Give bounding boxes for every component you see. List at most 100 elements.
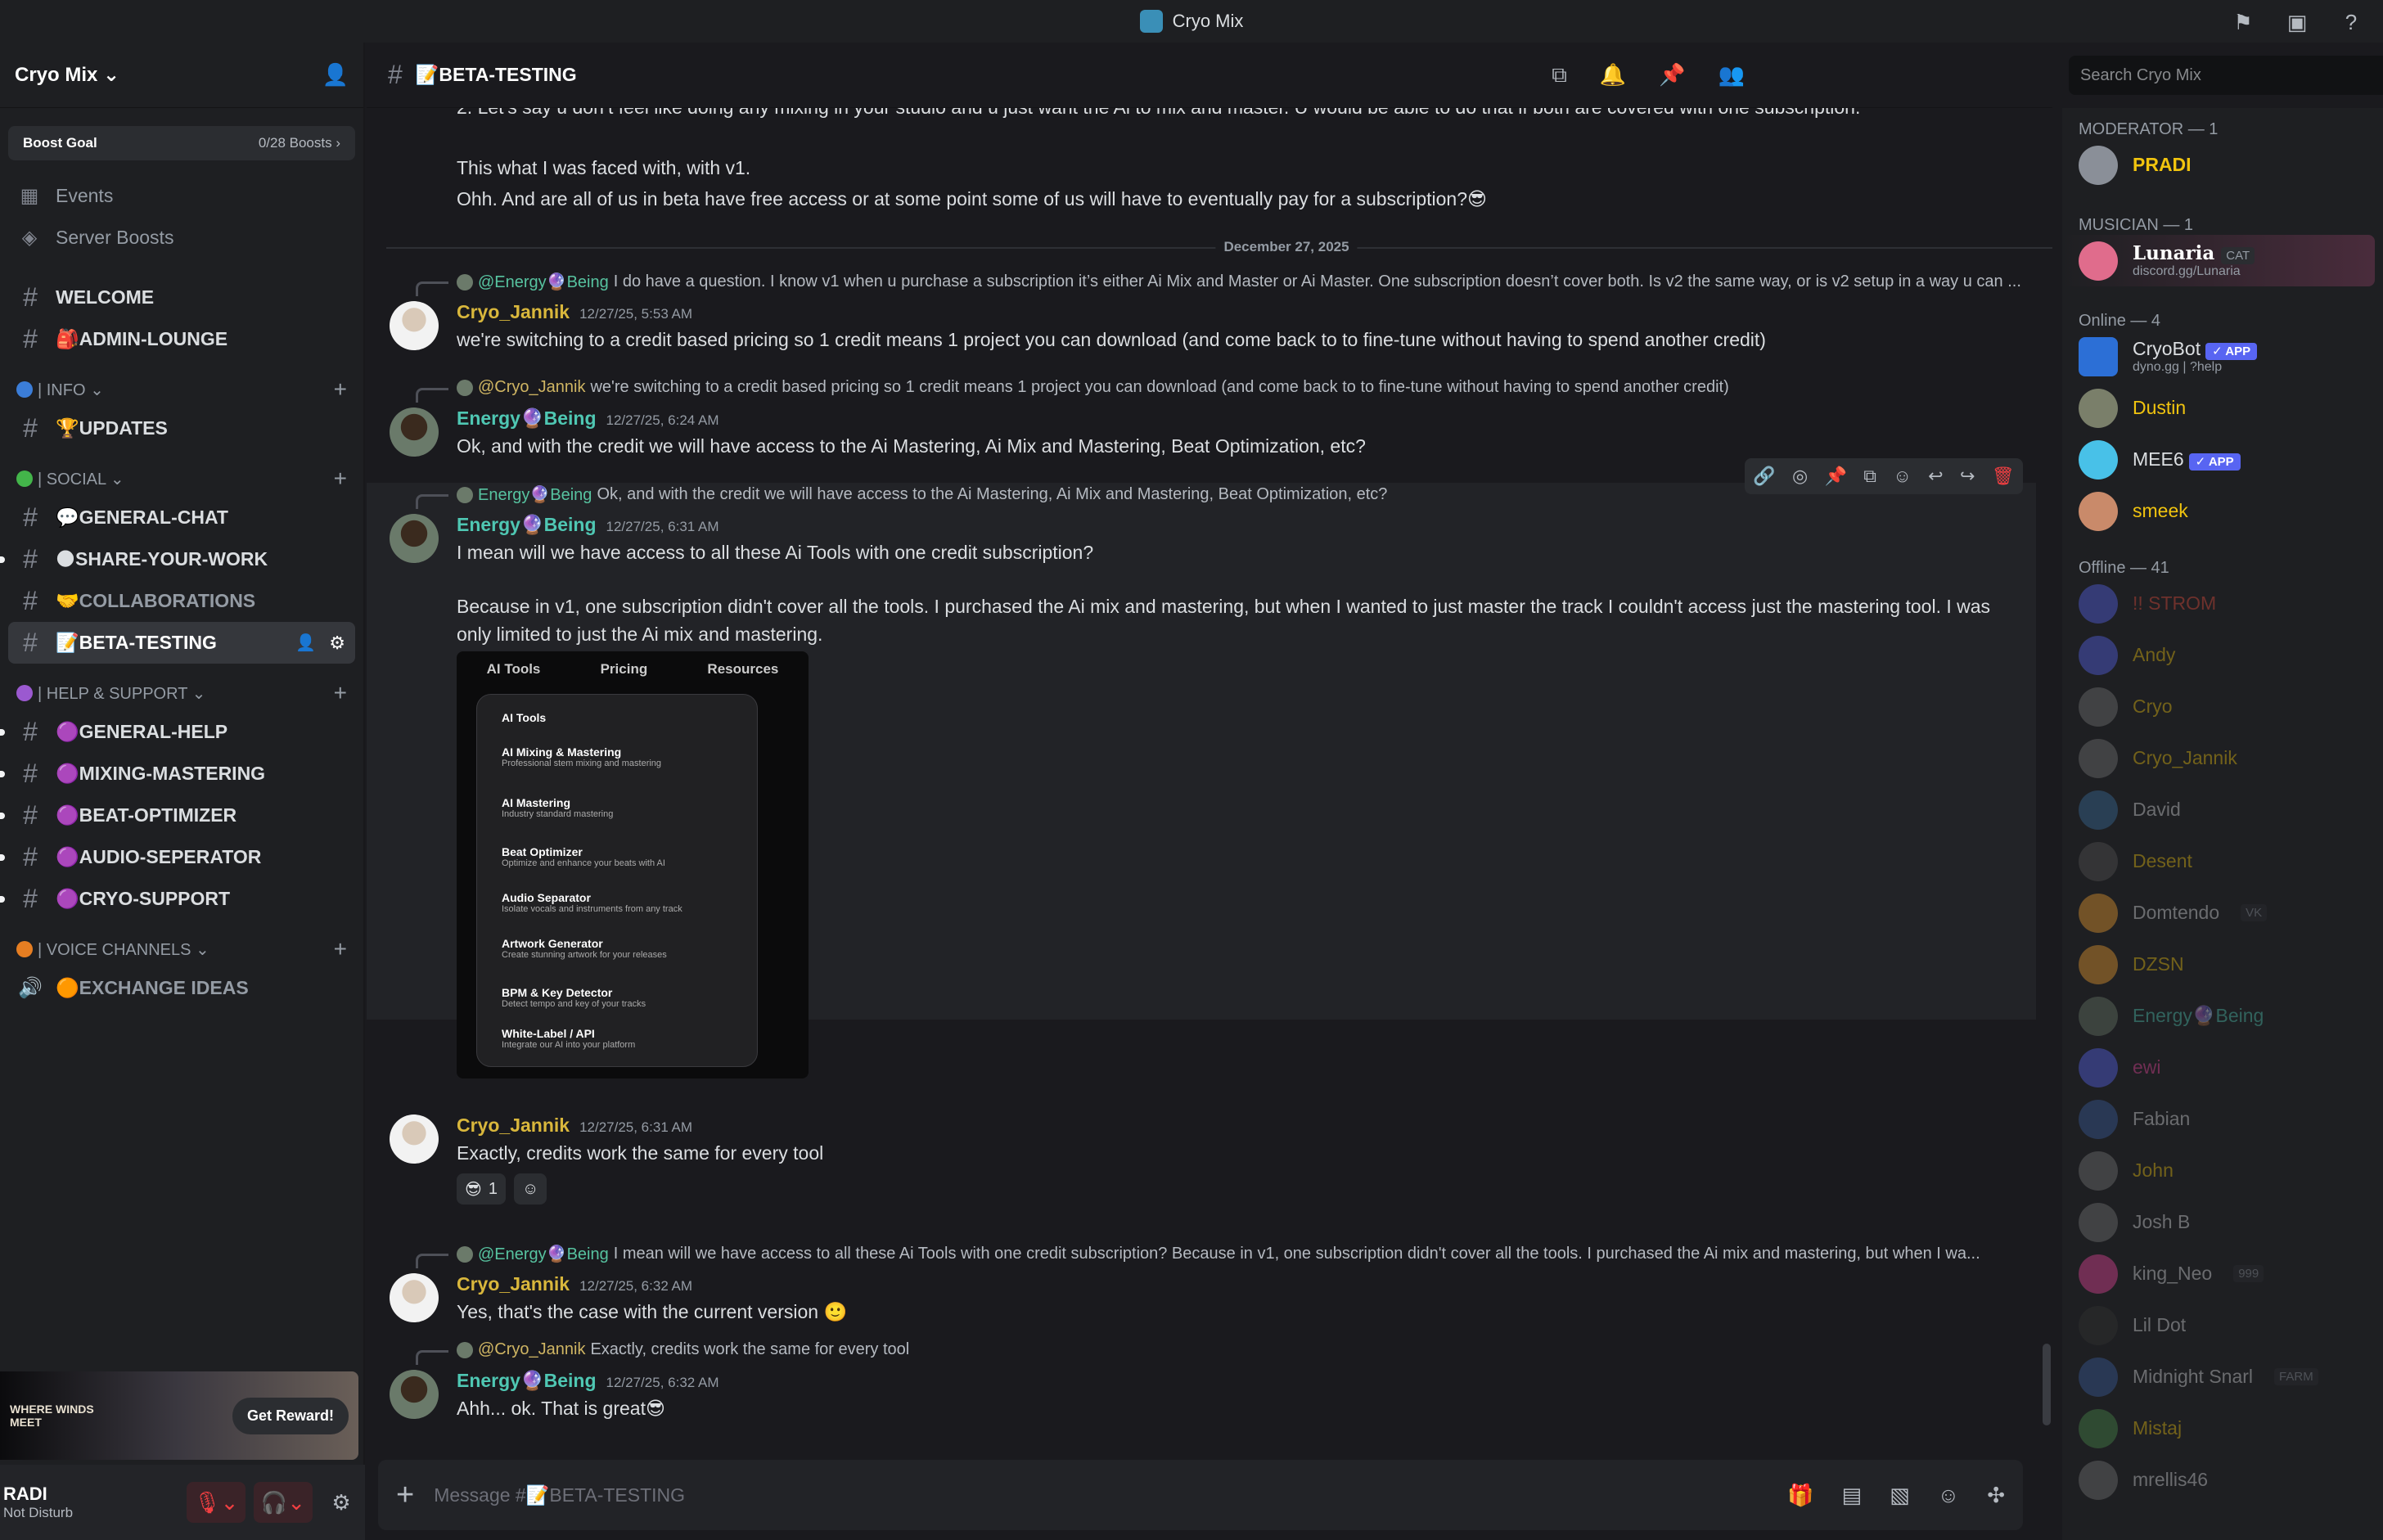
- sticker-icon[interactable]: ▧: [1890, 1483, 1910, 1508]
- user-info[interactable]: RADI Not Disturb: [3, 1484, 73, 1521]
- member-item[interactable]: Josh B: [2062, 1196, 2383, 1248]
- add-channel-icon[interactable]: +: [334, 936, 347, 962]
- reply-preview[interactable]: @Energy🔮Being I mean will we have access …: [457, 1244, 2052, 1264]
- promo-banner[interactable]: WHERE WINDS MEET Get Reward!: [0, 1371, 358, 1460]
- member-item[interactable]: Domtendo VK: [2062, 887, 2383, 939]
- avatar[interactable]: [390, 1273, 439, 1322]
- invite-icon[interactable]: 👤: [322, 62, 349, 88]
- reply-preview[interactable]: @Cryo_Jannik we're switching to a credit …: [457, 378, 2052, 397]
- channel-collaborations[interactable]: # 🤝COLLABORATIONS: [0, 580, 363, 622]
- add-reaction-button[interactable]: ☺: [513, 1173, 547, 1205]
- hash-icon: #: [23, 842, 38, 871]
- invite-member-icon[interactable]: 👤: [295, 633, 316, 653]
- bell-icon[interactable]: 🔔: [1600, 62, 1626, 88]
- category-help-support[interactable]: | HELP & SUPPORT ⌄ +: [0, 675, 363, 711]
- author-name[interactable]: Cryo_Jannik: [457, 1273, 570, 1295]
- channel-general-chat[interactable]: # 💬GENERAL-CHAT: [0, 497, 363, 538]
- member-item[interactable]: !! STROM: [2062, 578, 2383, 629]
- member-item[interactable]: David: [2062, 784, 2383, 835]
- channel-admin-lounge[interactable]: # 🎒ADMIN-LOUNGE: [0, 318, 363, 360]
- apps-icon[interactable]: ✣: [1987, 1483, 2005, 1508]
- category-info[interactable]: | INFO ⌄ +: [0, 371, 363, 408]
- member-item[interactable]: Fabian: [2062, 1093, 2383, 1145]
- message-composer[interactable]: + Message #📝BETA-TESTING 🎁 ▤ ▧ ☺ ✣: [378, 1460, 2023, 1530]
- member-item[interactable]: Cryo_Jannik: [2062, 732, 2383, 784]
- member-item[interactable]: Lil Dot: [2062, 1299, 2383, 1351]
- author-name[interactable]: Energy🔮Being: [457, 514, 597, 536]
- member-item[interactable]: Mistaj: [2062, 1403, 2383, 1454]
- author-name[interactable]: Cryo_Jannik: [457, 1114, 570, 1137]
- message-input[interactable]: Message #📝BETA-TESTING: [434, 1484, 1768, 1506]
- inbox-icon[interactable]: ⚑: [2229, 8, 2257, 36]
- scrollbar-thumb[interactable]: [2043, 1344, 2051, 1425]
- member-item[interactable]: Andy: [2062, 629, 2383, 681]
- author-name[interactable]: Energy🔮Being: [457, 408, 597, 430]
- member-item[interactable]: king_Neo 999: [2062, 1248, 2383, 1299]
- add-channel-icon[interactable]: +: [334, 376, 347, 403]
- gif-icon[interactable]: ▤: [1842, 1483, 1863, 1508]
- voice-channel-exchange-ideas[interactable]: 🔊 🟠EXCHANGE IDEAS: [0, 967, 363, 1009]
- member-item[interactable]: Cryo: [2062, 681, 2383, 732]
- pin-icon[interactable]: 📌: [1659, 62, 1685, 88]
- member-item[interactable]: smeek: [2062, 485, 2383, 537]
- emoji-icon[interactable]: ☺: [1938, 1483, 1960, 1508]
- member-list-icon[interactable]: 👥: [1719, 62, 1745, 88]
- threads-icon[interactable]: ⧉: [1552, 62, 1567, 88]
- settings-gear-icon[interactable]: ⚙: [329, 633, 345, 654]
- add-channel-icon[interactable]: +: [334, 680, 347, 706]
- member-item[interactable]: mrellis46: [2062, 1454, 2383, 1506]
- member-item[interactable]: DZSN: [2062, 939, 2383, 990]
- get-reward-button[interactable]: Get Reward!: [232, 1397, 349, 1434]
- member-item[interactable]: MEE6 ✓ APP: [2062, 434, 2383, 485]
- member-item[interactable]: Energy🔮Being: [2062, 990, 2383, 1042]
- channel-beta-testing[interactable]: # 📝BETA-TESTING 👤 ⚙: [8, 622, 355, 664]
- member-item[interactable]: Midnight Snarl FARM: [2062, 1351, 2383, 1403]
- help-icon[interactable]: ?: [2337, 8, 2365, 36]
- upload-plus-button[interactable]: +: [396, 1478, 414, 1513]
- reaction-chip[interactable]: 😎 1: [457, 1173, 506, 1205]
- hash-icon: #: [23, 800, 38, 830]
- channel-audio-seperator[interactable]: # 🟣AUDIO-SEPERATOR: [0, 836, 363, 878]
- unread-indicator: [0, 728, 5, 736]
- avatar[interactable]: [390, 1370, 439, 1419]
- gift-icon[interactable]: 🎁: [1787, 1483, 1813, 1508]
- channel-general-help[interactable]: # 🟣GENERAL-HELP: [0, 711, 363, 753]
- category-social[interactable]: | SOCIAL ⌄ +: [0, 461, 363, 497]
- screen-icon[interactable]: ▣: [2283, 8, 2311, 36]
- user-settings-button[interactable]: ⚙: [321, 1482, 362, 1523]
- member-item[interactable]: PRADI: [2062, 139, 2383, 191]
- channel-updates[interactable]: # 🏆UPDATES: [0, 408, 363, 449]
- member-item[interactable]: Lunaria CAT discord.gg/Lunaria: [2062, 235, 2375, 286]
- author-name[interactable]: Cryo_Jannik: [457, 301, 570, 323]
- author-name[interactable]: Energy🔮Being: [457, 1370, 597, 1392]
- avatar[interactable]: [390, 514, 439, 563]
- reply-preview[interactable]: @Cryo_Jannik Exactly, credits work the sa…: [457, 1340, 2052, 1359]
- deafen-button[interactable]: 🎧 ⌄: [254, 1482, 313, 1523]
- channel-mixing-mastering[interactable]: # 🟣MIXING-MASTERING: [0, 753, 363, 795]
- category-voice[interactable]: | VOICE CHANNELS ⌄ +: [0, 931, 363, 967]
- member-item[interactable]: John: [2062, 1145, 2383, 1196]
- nav-server-boosts[interactable]: ◈ Server Boosts: [0, 217, 363, 259]
- channel-share-your-work[interactable]: # 🌑SHARE-YOUR-WORK: [0, 538, 363, 580]
- avatar: [2079, 1099, 2118, 1139]
- avatar[interactable]: [390, 301, 439, 350]
- image-attachment[interactable]: AI Tools Pricing Resources AI Tools AI M…: [457, 651, 809, 1078]
- server-name[interactable]: Cryo Mix ⌄: [15, 63, 119, 87]
- member-item[interactable]: CryoBot ✓ APP dyno.gg | ?help: [2062, 331, 2383, 382]
- member-item[interactable]: ewi: [2062, 1042, 2383, 1093]
- server-header[interactable]: Cryo Mix ⌄ 👤: [0, 43, 363, 108]
- add-channel-icon[interactable]: +: [334, 466, 347, 492]
- member-item[interactable]: Desent: [2062, 835, 2383, 887]
- nav-events[interactable]: ▦ Events: [0, 175, 363, 217]
- avatar[interactable]: [390, 1114, 439, 1164]
- avatar[interactable]: [390, 408, 439, 457]
- channel-welcome[interactable]: # WELCOME: [0, 277, 363, 318]
- reply-preview[interactable]: Energy🔮Being Ok, and with the credit we w…: [457, 484, 2052, 505]
- boost-goal-bar[interactable]: Boost Goal 0/28 Boosts ›: [8, 126, 355, 160]
- member-item[interactable]: Dustin: [2062, 382, 2383, 434]
- channel-cryo-support[interactable]: # 🟣CRYO-SUPPORT: [0, 878, 363, 920]
- mute-mic-button[interactable]: 🎙 ⌄: [187, 1482, 246, 1523]
- channel-beat-optimizer[interactable]: # 🟣BEAT-OPTIMIZER: [0, 795, 363, 836]
- search-input[interactable]: Search Cryo Mix⌕: [2069, 56, 2383, 95]
- reply-preview[interactable]: @Energy🔮Being I do have a question. I kno…: [457, 272, 2052, 292]
